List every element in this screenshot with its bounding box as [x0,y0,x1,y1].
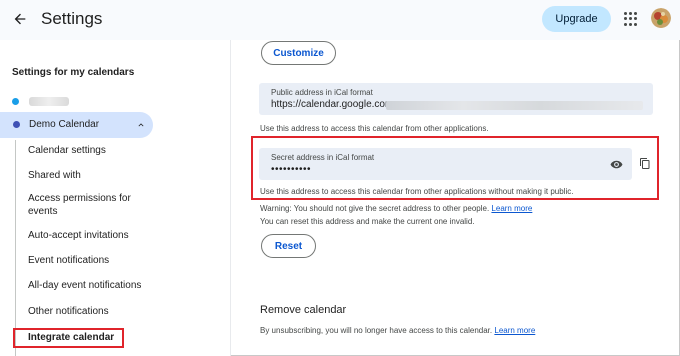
learn-more-link[interactable]: Learn more [491,204,532,213]
arrow-back-icon [14,13,26,25]
sidebar-item-integrate-calendar[interactable]: Integrate calendar [28,332,114,343]
sidebar-item-other-notifications[interactable]: Other notifications [28,305,148,318]
reset-hint: You can reset this address and make the … [260,217,475,226]
sidebar-item-auto-accept[interactable]: Auto-accept invitations [28,229,148,242]
back-button[interactable] [9,8,31,30]
warning-text: Warning: You should not give the secret … [260,204,532,213]
remove-calendar-text: By unsubscribing, you will no longer hav… [260,326,535,335]
avatar[interactable] [651,8,671,28]
chevron-up-icon [138,123,144,127]
public-ical-hint: Use this address to access this calendar… [260,124,489,133]
sidebar-item-calendar-settings[interactable]: Calendar settings [28,144,148,157]
field-label: Secret address in iCal format [271,153,375,162]
page-title: Settings [41,9,103,28]
sidebar-heading: Settings for my calendars [12,67,135,78]
learn-more-link[interactable]: Learn more [494,326,535,335]
field-value: https://calendar.google.com [271,99,394,110]
apps-grid-icon[interactable] [624,12,638,26]
warning-message: Warning: You should not give the secret … [260,204,490,213]
sidebar-item-event-notifications[interactable]: Event notifications [28,254,148,267]
calendar-color-dot [12,97,19,105]
sidebar-item-label: Demo Calendar [29,119,100,130]
upgrade-button[interactable]: Upgrade [542,6,611,32]
top-bar: Settings Upgrade [0,0,680,40]
copy-icon[interactable] [639,157,651,170]
calendar-color-dot [13,121,20,128]
sidebar: Settings for my calendars Demo Calendar … [0,40,230,356]
sidebar-divider [230,40,231,356]
sidebar-item-other-calendar[interactable] [12,94,69,108]
remove-calendar-message: By unsubscribing, you will no longer hav… [260,326,493,335]
customize-button[interactable]: Customize [261,41,336,65]
field-value: •••••••••• [271,164,312,175]
field-label: Public address in iCal format [271,88,373,97]
redacted-url [386,101,643,110]
sidebar-item-all-day-notifications[interactable]: All-day event notifications [28,279,148,292]
eye-icon[interactable] [610,158,623,171]
sidebar-item-shared-with[interactable]: Shared with [28,169,148,182]
secret-ical-hint: Use this address to access this calendar… [260,187,574,196]
secret-ical-field[interactable]: Secret address in iCal format •••••••••• [259,148,632,180]
reset-button[interactable]: Reset [261,234,316,258]
remove-calendar-title: Remove calendar [260,304,347,316]
public-ical-field[interactable]: Public address in iCal format https://ca… [259,83,653,115]
tree-connector [15,140,16,356]
sidebar-item-demo-calendar[interactable]: Demo Calendar [0,112,153,138]
sidebar-item-access-permissions[interactable]: Access permissions for events [28,192,148,218]
redacted-calendar-name [29,96,69,106]
